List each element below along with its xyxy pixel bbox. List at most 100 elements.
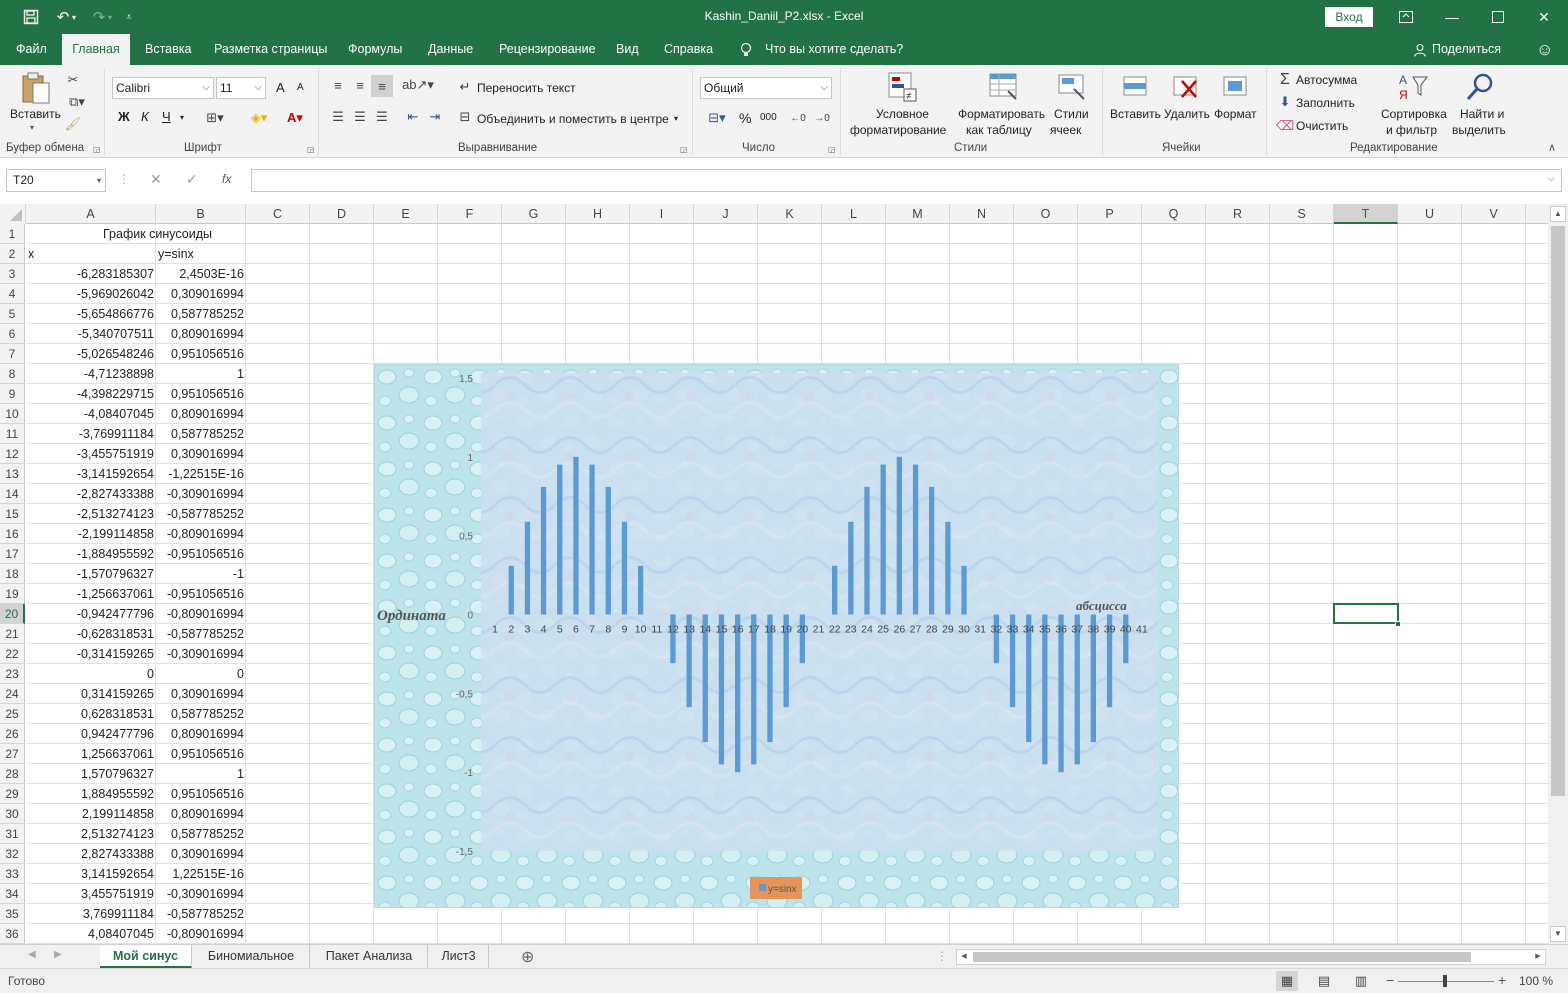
cell-a13[interactable]: -3,141592654 xyxy=(26,464,156,484)
cell-a2[interactable]: x xyxy=(26,244,156,264)
format-as-table-icon[interactable] xyxy=(988,71,1020,103)
zoom-level[interactable]: 100 % xyxy=(1519,974,1553,988)
scroll-up-icon[interactable]: ▲ xyxy=(1550,206,1566,222)
cell-a23[interactable]: 0 xyxy=(26,664,156,684)
bar-4[interactable] xyxy=(540,486,547,615)
underline-dropdown-icon[interactable]: ▾ xyxy=(180,113,184,122)
bar-7[interactable] xyxy=(589,464,595,615)
column-header-k[interactable]: K xyxy=(758,204,822,224)
row-header-34[interactable]: 34 xyxy=(0,884,25,904)
cell-a1[interactable]: График синусоиды xyxy=(26,224,246,244)
cell-a20[interactable]: -0,942477796 xyxy=(26,604,156,624)
autosum-button[interactable]: Автосумма xyxy=(1296,73,1357,87)
worksheet-grid[interactable]: ABCDEFGHIJKLMNOPQRSTUV 1 2 3 4 5 6 7 8 9 10 11 12 13… xyxy=(0,204,1548,944)
column-header-s[interactable]: S xyxy=(1270,204,1334,224)
column-header-l[interactable]: L xyxy=(822,204,886,224)
bar-40[interactable] xyxy=(1123,614,1129,664)
cell-b25[interactable]: 0,587785252 xyxy=(156,704,246,724)
paste-label[interactable]: Вставить xyxy=(10,107,61,121)
sine-chart[interactable]: 1,5 1 0,5 0 -0,5 -1 -1,5 1 2 3 4 5 6 7 8 9 10 11 12 13 14 15… xyxy=(374,364,1179,908)
fill-button[interactable]: Заполнить xyxy=(1296,96,1355,110)
align-top-icon[interactable]: ≡ xyxy=(328,77,348,93)
font-name-combo[interactable]: Calibri ⌵ xyxy=(112,77,214,99)
row-header-13[interactable]: 13 xyxy=(0,464,25,484)
bar-23[interactable] xyxy=(848,521,854,615)
cell-b11[interactable]: 0,587785252 xyxy=(156,424,246,444)
cell-a5[interactable]: -5,654866776 xyxy=(26,304,156,324)
customize-qat-icon[interactable]: ⩡ xyxy=(116,6,142,28)
cell-a14[interactable]: -2,827433388 xyxy=(26,484,156,504)
cell-a11[interactable]: -3,769911184 xyxy=(26,424,156,444)
bar-37[interactable] xyxy=(1074,614,1080,765)
delete-cells-label[interactable]: Удалить xyxy=(1164,107,1210,121)
align-bottom-icon[interactable]: ≡ xyxy=(371,75,393,97)
fill-handle[interactable] xyxy=(1395,621,1401,627)
page-layout-view-icon[interactable]: ▤ xyxy=(1313,971,1335,991)
font-launcher-icon[interactable]: ◲ xyxy=(307,145,315,154)
cell-b9[interactable]: 0,951056516 xyxy=(156,384,246,404)
bold-button[interactable]: Ж xyxy=(118,109,130,124)
cell-styles-icon[interactable] xyxy=(1056,71,1088,103)
cell-a32[interactable]: 2,827433388 xyxy=(26,844,156,864)
cell-b13[interactable]: -1,22515E-16 xyxy=(156,464,246,484)
cell-b34[interactable]: -0,309016994 xyxy=(156,884,246,904)
conditional-formatting-label-2[interactable]: форматирование xyxy=(850,123,946,137)
cell-b20[interactable]: -0,809016994 xyxy=(156,604,246,624)
italic-button[interactable]: К xyxy=(141,109,149,124)
cell-a25[interactable]: 0,628318531 xyxy=(26,704,156,724)
cell-b36[interactable]: -0,809016994 xyxy=(156,924,246,944)
sort-filter-label[interactable]: Сортировка xyxy=(1381,107,1447,121)
bar-22[interactable] xyxy=(832,565,838,615)
row-header-36[interactable]: 36 xyxy=(0,924,25,944)
bar-10[interactable] xyxy=(638,565,644,615)
tab-help[interactable]: Справка xyxy=(654,34,723,65)
column-header-q[interactable]: Q xyxy=(1142,204,1206,224)
row-header-32[interactable]: 32 xyxy=(0,844,25,864)
row-header-10[interactable]: 10 xyxy=(0,404,25,424)
borders-icon[interactable]: ⊞▾ xyxy=(202,109,228,127)
sort-filter-label-2[interactable]: и фильтр xyxy=(1386,123,1437,137)
column-header-d[interactable]: D xyxy=(310,204,374,224)
row-header-35[interactable]: 35 xyxy=(0,904,25,924)
row-header-5[interactable]: 5 xyxy=(0,304,25,324)
enter-icon[interactable]: ✓ xyxy=(186,171,198,188)
clear-button[interactable]: Очистить xyxy=(1296,119,1348,133)
bar-26[interactable] xyxy=(896,456,902,615)
row-header-28[interactable]: 28 xyxy=(0,764,25,784)
vertical-scrollbar[interactable]: ▲ ▼ xyxy=(1548,204,1568,944)
sort-filter-icon[interactable]: AЯ xyxy=(1397,71,1429,103)
scroll-right-icon[interactable]: ▶ xyxy=(1531,950,1545,964)
insert-function-icon[interactable]: fx xyxy=(222,172,231,186)
row-header-26[interactable]: 26 xyxy=(0,724,25,744)
conditional-formatting-label[interactable]: Условное xyxy=(876,107,929,121)
conditional-formatting-icon[interactable]: ≠ xyxy=(887,71,919,103)
percent-button[interactable]: % xyxy=(739,110,751,126)
format-painter-icon[interactable]: 🖌 xyxy=(64,115,82,133)
vertical-scroll-thumb[interactable] xyxy=(1551,226,1565,796)
minimize-icon[interactable]: — xyxy=(1429,0,1475,34)
find-select-label[interactable]: Найти и xyxy=(1460,107,1504,121)
cell-b24[interactable]: 0,309016994 xyxy=(156,684,246,704)
cell-b22[interactable]: -0,309016994 xyxy=(156,644,246,664)
row-header-30[interactable]: 30 xyxy=(0,804,25,824)
prev-sheet-icon[interactable]: ◀ xyxy=(28,949,36,960)
cell-a4[interactable]: -5,969026042 xyxy=(26,284,156,304)
cell-a22[interactable]: -0,314159265 xyxy=(26,644,156,664)
font-size-combo[interactable]: 11 ⌵ xyxy=(216,77,266,99)
cut-icon[interactable]: ✂ xyxy=(64,71,82,89)
bar-29[interactable] xyxy=(945,521,951,615)
font-color-icon[interactable]: A▾ xyxy=(280,109,310,127)
number-launcher-icon[interactable]: ◲ xyxy=(828,145,836,154)
row-header-8[interactable]: 8 xyxy=(0,364,25,384)
login-button[interactable]: Вход xyxy=(1325,7,1373,27)
selected-cell-outline[interactable] xyxy=(1333,603,1399,624)
zoom-in-icon[interactable]: + xyxy=(1498,972,1506,988)
bar-15[interactable] xyxy=(718,614,725,765)
column-header-i[interactable]: I xyxy=(630,204,694,224)
cell-b21[interactable]: -0,587785252 xyxy=(156,624,246,644)
formula-input[interactable] xyxy=(251,169,1562,192)
horizontal-scroll-thumb[interactable] xyxy=(973,952,1471,962)
bar-9[interactable] xyxy=(621,521,628,615)
cell-a9[interactable]: -4,398229715 xyxy=(26,384,156,404)
column-header-u[interactable]: U xyxy=(1398,204,1462,224)
